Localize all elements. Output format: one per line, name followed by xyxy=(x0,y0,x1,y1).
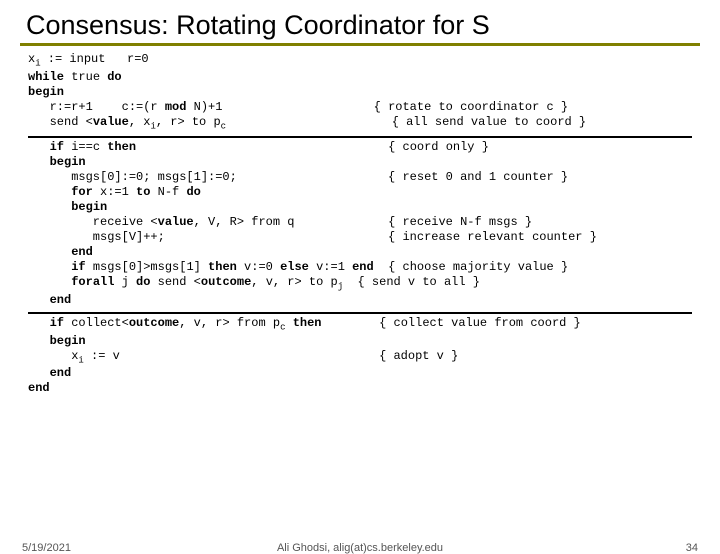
code-section-2: if i==c then { coord only } begin msgs[0… xyxy=(28,140,692,308)
divider-1 xyxy=(28,136,692,138)
footer-page: 34 xyxy=(686,542,698,554)
code-section-3: if collect<outcome, v, r> from pc then {… xyxy=(28,316,692,396)
page-title: Consensus: Rotating Coordinator for S xyxy=(20,10,700,41)
code-section-1: xi := input r=0 while true do begin r:=r… xyxy=(28,52,692,132)
footer-author: Ali Ghodsi, alig(at)cs.berkeley.edu xyxy=(0,542,720,554)
divider-2 xyxy=(28,312,692,314)
